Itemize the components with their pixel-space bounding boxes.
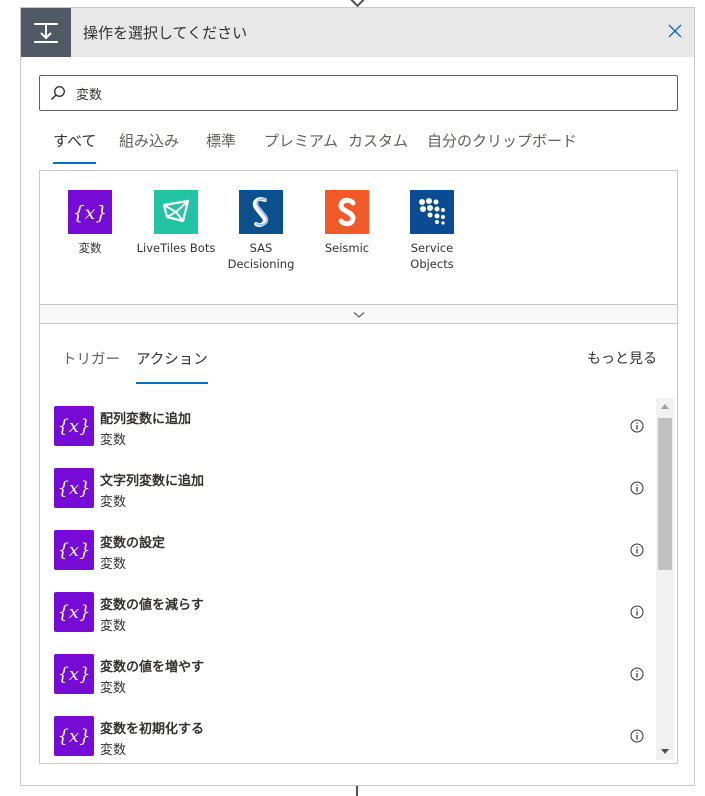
connector-livetiles-bots[interactable]: LiveTiles Bots — [131, 190, 221, 256]
action-title: 変数の設定 — [100, 536, 166, 551]
service-objects-icon — [410, 190, 454, 234]
connectors-panel: {x} 変数 LiveTiles Bots SAS Decisioning Se… — [39, 170, 678, 324]
info-icon[interactable] — [630, 605, 644, 619]
tab-standard[interactable]: 標準 — [206, 130, 236, 164]
svg-text:{x}: {x} — [57, 416, 90, 437]
triangle-down-icon — [661, 749, 669, 754]
svg-text:{x}: {x} — [57, 664, 90, 685]
svg-text:{x}: {x} — [73, 202, 108, 224]
variable-icon: {x} — [54, 592, 94, 632]
see-more-link[interactable]: もっと見る — [587, 348, 657, 368]
info-icon[interactable] — [630, 543, 644, 557]
close-button[interactable] — [664, 20, 686, 42]
connector-seismic[interactable]: Seismic — [302, 190, 392, 256]
tab-my-clipboard[interactable]: 自分のクリップボード — [427, 130, 577, 164]
livetiles-bots-icon — [154, 190, 198, 234]
action-list: {x} 配列変数に追加 変数 {x} 文字列変数に追加 変数 {x} 変数の設定… — [54, 398, 654, 760]
action-connector: 変数 — [100, 557, 127, 572]
tab-triggers[interactable]: トリガー — [62, 348, 120, 384]
search-input[interactable] — [74, 80, 669, 106]
action-title: 変数の値を増やす — [100, 660, 205, 675]
action-title: 変数を初期化する — [100, 722, 205, 737]
action-connector: 変数 — [100, 433, 127, 448]
tab-premium[interactable]: プレミアム — [264, 130, 338, 164]
svg-text:{x}: {x} — [57, 602, 90, 623]
info-icon[interactable] — [630, 729, 644, 743]
variable-icon: {x} — [54, 654, 94, 694]
triangle-up-icon — [661, 404, 669, 409]
actions-panel: トリガー アクション もっと見る {x} 配列変数に追加 変数 {x} 文字列変… — [39, 323, 678, 764]
scroll-thumb[interactable] — [658, 418, 672, 570]
search-icon — [50, 86, 65, 101]
chevron-down-icon — [353, 311, 364, 318]
action-item[interactable]: {x} 配列変数に追加 変数 — [54, 398, 654, 460]
operation-icon — [21, 8, 71, 57]
action-item[interactable]: {x} 変数の設定 変数 — [54, 522, 654, 584]
action-title: 配列変数に追加 — [100, 412, 192, 427]
info-icon[interactable] — [630, 667, 644, 681]
tab-all[interactable]: すべて — [53, 130, 97, 164]
info-icon[interactable] — [630, 419, 644, 433]
svg-text:{x}: {x} — [57, 540, 90, 561]
variable-icon: {x} — [54, 716, 94, 756]
scroll-down-button[interactable] — [656, 744, 674, 760]
action-item[interactable]: {x} 文字列変数に追加 変数 — [54, 460, 654, 522]
close-icon — [668, 24, 682, 38]
sas-icon — [239, 190, 283, 234]
action-list-scrollbar[interactable] — [656, 398, 674, 760]
info-icon[interactable] — [630, 481, 644, 495]
action-item[interactable]: {x} 変数を初期化する 変数 — [54, 708, 654, 760]
connector-sas-decisioning[interactable]: SAS Decisioning — [216, 190, 306, 272]
connector-service-objects[interactable]: Service Objects — [387, 190, 477, 272]
variable-icon: {x} — [54, 530, 94, 570]
seismic-icon — [325, 190, 369, 234]
variable-icon: {x} — [68, 190, 112, 234]
choose-operation-card: 操作を選択してください すべて 組み込み 標準 プレミアム カスタム 自分のクリ… — [20, 7, 695, 786]
action-connector: 変数 — [100, 743, 127, 758]
svg-text:{x}: {x} — [57, 478, 90, 499]
action-connector: 変数 — [100, 681, 127, 696]
tab-builtin[interactable]: 組み込み — [119, 130, 179, 164]
action-item[interactable]: {x} 変数の値を増やす 変数 — [54, 646, 654, 708]
variable-icon: {x} — [54, 468, 94, 508]
flow-connector-bottom — [356, 786, 358, 796]
tab-custom[interactable]: カスタム — [348, 130, 408, 164]
connector-variables[interactable]: {x} 変数 — [45, 190, 135, 256]
action-connector: 変数 — [100, 495, 127, 510]
action-item[interactable]: {x} 変数の値を減らす 変数 — [54, 584, 654, 646]
search-box[interactable] — [39, 75, 678, 111]
action-title: 文字列変数に追加 — [100, 474, 205, 489]
variable-icon: {x} — [54, 406, 94, 446]
card-header: 操作を選択してください — [21, 8, 694, 57]
action-connector: 変数 — [100, 619, 127, 634]
card-title: 操作を選択してください — [83, 24, 248, 42]
action-title: 変数の値を減らす — [100, 598, 204, 613]
expand-connectors-button[interactable] — [40, 304, 677, 324]
svg-text:{x}: {x} — [57, 726, 90, 747]
scroll-up-button[interactable] — [656, 398, 674, 414]
tab-actions[interactable]: アクション — [136, 348, 208, 384]
